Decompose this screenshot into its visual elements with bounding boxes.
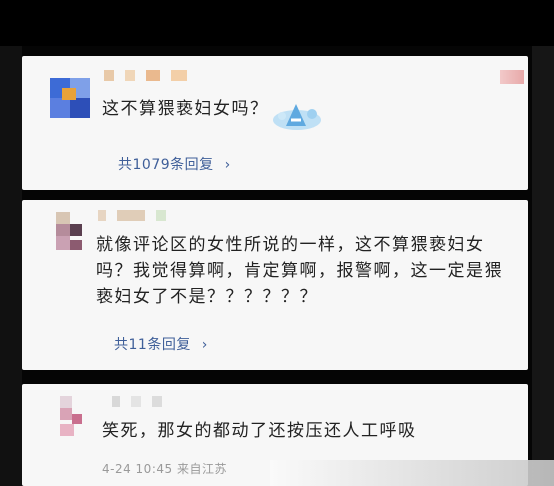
right-dark-strip <box>532 46 554 486</box>
timestamp-location: 4-24 10:45 来自江苏 <box>102 462 227 476</box>
comment-text-line-2: 吗？我觉得算啊，肯定算啊，报警啊，这一定是猥 <box>96 261 503 281</box>
avatar-icon[interactable] <box>56 212 96 252</box>
comment-text-line-1: 就像评论区的女性所说的一样，这不算猥亵妇女 <box>96 235 485 255</box>
username-blurred[interactable] <box>104 70 193 81</box>
avatar-icon[interactable] <box>60 396 100 436</box>
chevron-right-icon: › <box>224 157 231 173</box>
username-blurred[interactable] <box>112 396 168 407</box>
view-replies-link[interactable]: 共1079条回复 › <box>118 154 231 174</box>
view-replies-link[interactable]: 共11条回复 › <box>114 334 208 354</box>
avatar-icon[interactable] <box>50 78 90 118</box>
blue-cartoon-sticker-icon <box>273 104 321 130</box>
comment-text-line-3: 亵妇女了不是？？？？？？ <box>96 287 318 307</box>
screenshot-page: 这不算猥亵妇女吗？ 共1079条回复 › 就像评论区的女性所说的一样，这不算猥亵… <box>0 0 554 486</box>
username-blurred[interactable] <box>98 210 172 221</box>
comment-text: 这不算猥亵妇女吗？ <box>102 99 269 119</box>
comment-card-2: 就像评论区的女性所说的一样，这不算猥亵妇女 吗？我觉得算啊，肯定算啊，报警啊，这… <box>22 200 528 370</box>
top-dark-bar <box>0 0 554 46</box>
left-dark-strip <box>0 46 22 486</box>
replies-count-label[interactable]: 共1079条回复 <box>118 157 214 173</box>
chevron-right-icon: › <box>201 337 208 353</box>
comment-text: 笑死，那女的都动了还按压还人工呼吸 <box>102 421 417 441</box>
comment-card-1: 这不算猥亵妇女吗？ 共1079条回复 › <box>22 56 528 190</box>
like-icon[interactable] <box>500 70 524 84</box>
replies-count-label[interactable]: 共11条回复 <box>114 337 191 353</box>
bottom-overlay <box>270 460 554 486</box>
